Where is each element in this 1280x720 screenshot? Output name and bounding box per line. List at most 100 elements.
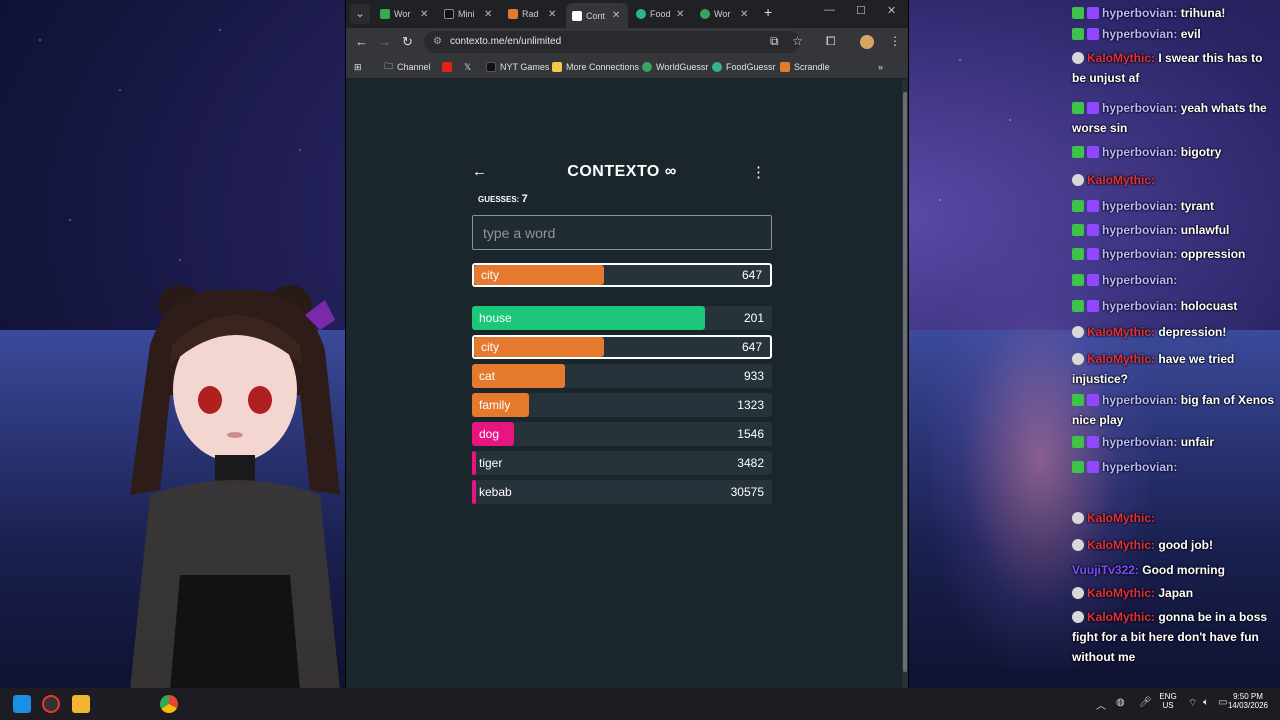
guess-row: tiger 3482	[472, 451, 772, 475]
chat-text: holocuast	[1180, 299, 1238, 313]
tray-overflow-icon[interactable]: ︿	[1096, 697, 1106, 712]
chat-text: trihuna!	[1180, 6, 1226, 20]
bookmark-star-icon[interactable]: ☆	[792, 34, 803, 48]
verified-badge-icon	[1072, 224, 1084, 236]
chat-message: hyperbovian: oppression	[1072, 244, 1276, 264]
file-explorer-icon[interactable]	[72, 695, 90, 713]
address-bar[interactable]: ⚙ contexto.me/en/unlimited	[424, 31, 800, 53]
tab-foodguessr[interactable]: Food ✕	[630, 3, 692, 25]
bookmark-channel[interactable]: 🗀 Channel	[384, 60, 431, 74]
minimize-icon[interactable]: —	[824, 4, 835, 16]
moderator-badge-icon	[1072, 353, 1084, 365]
close-icon[interactable]: ✕	[420, 9, 428, 20]
contexto-header: CONTEXTO ∞ ← ⋮	[472, 163, 772, 185]
page-scrollbar[interactable]	[902, 79, 908, 688]
guess-word: tiger	[479, 456, 503, 470]
nyt-icon	[486, 62, 496, 72]
install-app-icon[interactable]: ⧉	[770, 34, 779, 49]
grid-icon	[380, 9, 390, 19]
tab-contexto[interactable]: Cont ✕	[566, 3, 628, 28]
chat-message: KaloMythic: gonna be in a boss fight for…	[1072, 607, 1276, 667]
verified-badge-icon	[1072, 102, 1084, 114]
chat-text: depression!	[1158, 325, 1227, 339]
scrollbar-thumb[interactable]	[903, 92, 907, 672]
chat-username: KaloMythic:	[1087, 511, 1156, 525]
word-input[interactable]	[472, 215, 772, 250]
kebab-menu-icon[interactable]: ⋮	[751, 163, 766, 181]
close-icon[interactable]: ✕	[484, 9, 492, 20]
subscriber-badge-icon	[1087, 394, 1099, 406]
chat-text: evil	[1180, 27, 1201, 41]
chat-message: KaloMythic:	[1072, 508, 1276, 528]
moderator-badge-icon	[1072, 539, 1084, 551]
tab-radle[interactable]: Rad ✕	[502, 3, 564, 25]
chrome-icon[interactable]	[160, 695, 178, 713]
tab-worldguessr[interactable]: Wor ✕	[694, 3, 756, 25]
bookmark-scrandle[interactable]: Scrandle	[780, 60, 830, 74]
tab-wordle[interactable]: Wor ✕	[374, 3, 436, 25]
forward-icon[interactable]: →	[378, 34, 391, 49]
subscriber-badge-icon	[1087, 224, 1099, 236]
guess-distance: 3482	[737, 456, 764, 470]
close-window-icon[interactable]: ✕	[887, 4, 896, 17]
chat-username: KaloMythic:	[1087, 586, 1156, 600]
taskbar: ︿ ◍ 🎤︎ ENG US ⌔ 🔈︎ ▭ 9:50 PM 14/03/2026	[0, 688, 1280, 720]
clock[interactable]: 9:50 PM 14/03/2026	[1222, 692, 1274, 710]
reload-icon[interactable]: ↻	[402, 34, 413, 50]
site-info-icon[interactable]: ⚙	[433, 31, 442, 53]
globe-icon	[636, 9, 646, 19]
bookmark-youtube[interactable]	[442, 60, 452, 74]
record-icon[interactable]	[42, 695, 60, 713]
profile-avatar[interactable]	[860, 35, 874, 49]
chat-message: hyperbovian: bigotry	[1072, 142, 1276, 162]
chat-message: KaloMythic: depression!	[1072, 322, 1276, 342]
chat-message: hyperbovian:	[1072, 457, 1276, 477]
close-icon[interactable]: ✕	[676, 9, 684, 20]
extensions-icon[interactable]: ⧠	[826, 34, 836, 49]
more-menu-icon[interactable]: ⋮	[889, 34, 901, 48]
tray-app-icon[interactable]: ◍	[1116, 697, 1125, 708]
subscriber-badge-icon	[1087, 200, 1099, 212]
chat-username: hyperbovian:	[1102, 223, 1178, 237]
subscriber-badge-icon	[1087, 146, 1099, 158]
chat-username: hyperbovian:	[1102, 460, 1178, 474]
microphone-icon[interactable]: 🎤︎	[1139, 697, 1152, 708]
bookmark-more-connections[interactable]: More Connections	[552, 60, 639, 74]
moderator-badge-icon	[1072, 611, 1084, 623]
folder-icon: 🗀	[384, 61, 394, 71]
bookmark-x[interactable]: 𝕏	[464, 60, 471, 74]
tab-mini[interactable]: Mini ✕	[438, 3, 500, 25]
page-title: CONTEXTO ∞	[567, 163, 677, 180]
windows-start-icon[interactable]	[13, 695, 31, 713]
chat-username: hyperbovian:	[1102, 145, 1178, 159]
back-icon[interactable]: ←	[355, 34, 368, 49]
chat-message: VuujiTv322: Good morning	[1072, 560, 1276, 580]
apps-grid-icon[interactable]: ⊞	[354, 60, 362, 74]
guess-row: city 647	[472, 335, 772, 359]
chat-message: KaloMythic:	[1072, 170, 1276, 190]
chat-username: KaloMythic:	[1087, 352, 1156, 366]
bookmarks-overflow-icon[interactable]: »	[878, 60, 883, 74]
moderator-badge-icon	[1072, 326, 1084, 338]
bookmark-foodguessr[interactable]: FoodGuessr	[712, 60, 776, 74]
wifi-icon[interactable]: ⌔	[1188, 697, 1197, 710]
chat-text: oppression	[1180, 247, 1246, 261]
close-icon[interactable]: ✕	[740, 9, 748, 20]
bookmark-nyt-games[interactable]: NYT Games	[486, 60, 549, 74]
volume-icon[interactable]: 🔈︎	[1203, 697, 1209, 708]
verified-badge-icon	[1072, 274, 1084, 286]
url-text: contexto.me/en/unlimited	[450, 36, 562, 47]
tab-search-dropdown[interactable]: ⌄	[350, 4, 370, 24]
chat-message: hyperbovian: holocuast	[1072, 296, 1276, 316]
language-indicator[interactable]: ENG US	[1158, 692, 1178, 710]
guess-bar	[472, 451, 476, 475]
guess-distance: 647	[741, 340, 762, 354]
page-content: CONTEXTO ∞ ← ⋮ GUESSES: 7 city 647 house…	[346, 79, 902, 688]
new-tab-button[interactable]: +	[764, 4, 772, 20]
maximize-icon[interactable]: ☐	[856, 4, 866, 17]
back-arrow-icon[interactable]: ←	[472, 163, 487, 180]
close-icon[interactable]: ✕	[612, 10, 620, 21]
close-icon[interactable]: ✕	[548, 9, 556, 20]
bookmark-worldguessr[interactable]: WorldGuessr	[642, 60, 708, 74]
guesses-counter: GUESSES: 7	[478, 193, 528, 205]
